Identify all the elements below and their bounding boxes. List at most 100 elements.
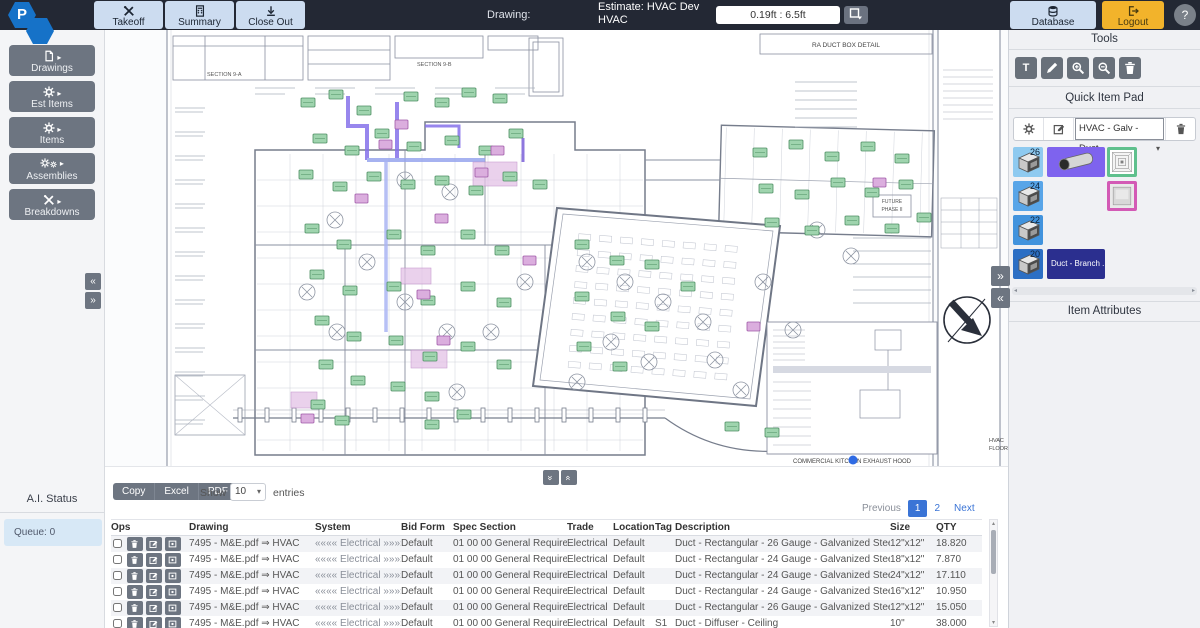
zoom-out-button[interactable]: [1093, 57, 1115, 79]
row-delete-button[interactable]: [127, 601, 143, 615]
file-icon: ▸: [9, 50, 95, 63]
row-checkbox[interactable]: [113, 571, 122, 580]
database-button[interactable]: Database: [1010, 1, 1096, 29]
previous-page-button[interactable]: Previous: [855, 500, 908, 517]
table-row[interactable]: 7495 - M&E.pdf ⇒ HVAC«««« Electrical »»»…: [111, 568, 982, 584]
page-1-button[interactable]: 1: [908, 500, 928, 517]
summary-button[interactable]: Summary: [165, 1, 234, 29]
row-delete-button[interactable]: [127, 569, 143, 583]
row-view-button[interactable]: [165, 537, 181, 551]
estimate-name: Estimate: HVAC Dev: [598, 1, 699, 14]
cell-bid-form: Default: [401, 600, 453, 616]
logout-button[interactable]: Logout: [1102, 1, 1164, 29]
delete-tool-button[interactable]: [1119, 57, 1141, 79]
application-window: P Takeoff Summary Close Out Drawing: Est…: [0, 0, 1200, 628]
sidebar-item-est-items[interactable]: ▸ Est Items: [9, 81, 95, 112]
future-phase-label-1: FUTURE: [882, 199, 903, 205]
collapse-right-panel-button[interactable]: «: [991, 288, 1010, 308]
table-row[interactable]: 7495 - M&E.pdf ⇒ HVAC«««« Electrical »»»…: [111, 600, 982, 616]
cell-drawing: 7495 - M&E.pdf ⇒ HVAC: [189, 600, 315, 616]
quick-item-tile-panel[interactable]: [1107, 181, 1137, 211]
expand-right-panel-button[interactable]: »: [991, 266, 1010, 286]
row-delete-button[interactable]: [127, 585, 143, 599]
text-tool-button[interactable]: T: [1015, 57, 1037, 79]
expand-table-button[interactable]: «: [561, 470, 577, 485]
row-checkbox[interactable]: [113, 555, 122, 564]
quick-item-tile-duct-branch[interactable]: Duct - Branch ...: [1047, 249, 1105, 279]
scrollbar-thumb[interactable]: [991, 530, 996, 574]
quick-item-tile-duct-rect-20[interactable]: 20: [1013, 249, 1043, 279]
blue-point-marker[interactable]: [849, 456, 858, 465]
close-out-button[interactable]: Close Out: [236, 1, 305, 29]
col-bid-form: Bid Form: [401, 520, 453, 536]
cell-drawing: 7495 - M&E.pdf ⇒ HVAC: [189, 536, 315, 552]
row-checkbox[interactable]: [113, 539, 122, 548]
scale-dropdown-button[interactable]: [844, 6, 868, 24]
item-delete-button[interactable]: [1165, 118, 1195, 140]
row-checkbox[interactable]: [113, 619, 122, 628]
scroll-up-icon[interactable]: ▴: [990, 520, 997, 527]
drawing-canvas[interactable]: SECTION 9-A SECTION 9-B RA DUCT BOX DETA…: [105, 30, 1008, 466]
quick-item-select[interactable]: HVAC - Galv - Duct▾: [1075, 118, 1164, 140]
floor-plan-drawing[interactable]: SECTION 9-A SECTION 9-B RA DUCT BOX DETA…: [105, 30, 1008, 466]
excel-button[interactable]: Excel: [155, 483, 198, 500]
database-icon: [1010, 5, 1096, 17]
table-row[interactable]: 7495 - M&E.pdf ⇒ HVAC«««« Electrical »»»…: [111, 552, 982, 568]
table-row[interactable]: 7495 - M&E.pdf ⇒ HVAC«««« Electrical »»»…: [111, 616, 982, 628]
row-checkbox[interactable]: [113, 587, 122, 596]
quick-item-tile-duct-rect-24[interactable]: 24: [1013, 181, 1043, 211]
table-scrollbar[interactable]: ▴ ▾: [989, 519, 998, 627]
expand-left-panel-button[interactable]: »: [85, 292, 101, 309]
row-delete-button[interactable]: [127, 537, 143, 551]
row-delete-button[interactable]: [127, 617, 143, 628]
row-edit-button[interactable]: [146, 569, 162, 583]
scroll-down-icon[interactable]: ▾: [990, 619, 997, 626]
copy-button[interactable]: Copy: [113, 483, 155, 500]
quick-item-controls: HVAC - Galv - Duct▾: [1013, 117, 1196, 141]
row-edit-button[interactable]: [146, 617, 162, 628]
row-delete-button[interactable]: [127, 553, 143, 567]
quick-item-tile-diffuser[interactable]: [1107, 147, 1137, 177]
row-view-button[interactable]: [165, 585, 181, 599]
close-out-label: Close Out: [248, 17, 292, 28]
draw-tool-button[interactable]: [1041, 57, 1063, 79]
row-view-button[interactable]: [165, 569, 181, 583]
takeoff-button[interactable]: Takeoff: [94, 1, 163, 29]
row-view-button[interactable]: [165, 553, 181, 567]
page-size-select[interactable]: 10▾: [230, 483, 266, 501]
table-row[interactable]: 7495 - M&E.pdf ⇒ HVAC«««« Electrical »»»…: [111, 584, 982, 600]
page-2-button[interactable]: 2: [927, 500, 947, 517]
row-edit-button[interactable]: [146, 537, 162, 551]
sidebar-item-assemblies[interactable]: ▸ Assemblies: [9, 153, 95, 184]
row-edit-button[interactable]: [146, 601, 162, 615]
item-settings-button[interactable]: [1014, 118, 1044, 140]
main-toolbar-group: Takeoff Summary Close Out: [94, 1, 305, 29]
cell-tag: S1: [655, 616, 675, 628]
next-page-button[interactable]: Next: [947, 500, 982, 517]
row-view-button[interactable]: [165, 601, 181, 615]
row-checkbox[interactable]: [113, 603, 122, 612]
tile-scrollbar[interactable]: ◂ ▸: [1012, 287, 1197, 295]
quick-item-tile-duct-rect-22[interactable]: 22: [1013, 215, 1043, 245]
scroll-right-icon[interactable]: ▸: [1192, 287, 1195, 295]
cell-size: 24"x12": [890, 568, 936, 584]
scale-value-field[interactable]: 0.19ft : 6.5ft: [716, 6, 840, 24]
quick-item-tile-duct-round[interactable]: [1047, 147, 1105, 177]
estimate-label: Estimate: HVAC Dev HVAC: [598, 1, 699, 27]
sidebar-item-drawings[interactable]: ▸ Drawings: [9, 45, 95, 76]
quick-item-tile-duct-rect-26[interactable]: 26: [1013, 147, 1043, 177]
row-edit-button[interactable]: [146, 553, 162, 567]
row-edit-button[interactable]: [146, 585, 162, 599]
collapse-table-button[interactable]: »: [543, 470, 559, 485]
sidebar-item-breakdowns[interactable]: ▸ Breakdowns: [9, 189, 95, 220]
item-edit-button[interactable]: [1044, 118, 1074, 140]
zoom-in-button[interactable]: [1067, 57, 1089, 79]
collapse-left-panel-button[interactable]: «: [85, 273, 101, 290]
cell-system: «««« Electrical »»»»: [315, 600, 401, 616]
row-view-button[interactable]: [165, 617, 181, 628]
help-button[interactable]: ?: [1174, 4, 1196, 26]
drawing-label: Drawing:: [487, 9, 530, 21]
table-row[interactable]: 7495 - M&E.pdf ⇒ HVAC«««« Electrical »»»…: [111, 536, 982, 552]
sidebar-item-items[interactable]: ▸ Items: [9, 117, 95, 148]
scroll-left-icon[interactable]: ◂: [1014, 287, 1017, 295]
